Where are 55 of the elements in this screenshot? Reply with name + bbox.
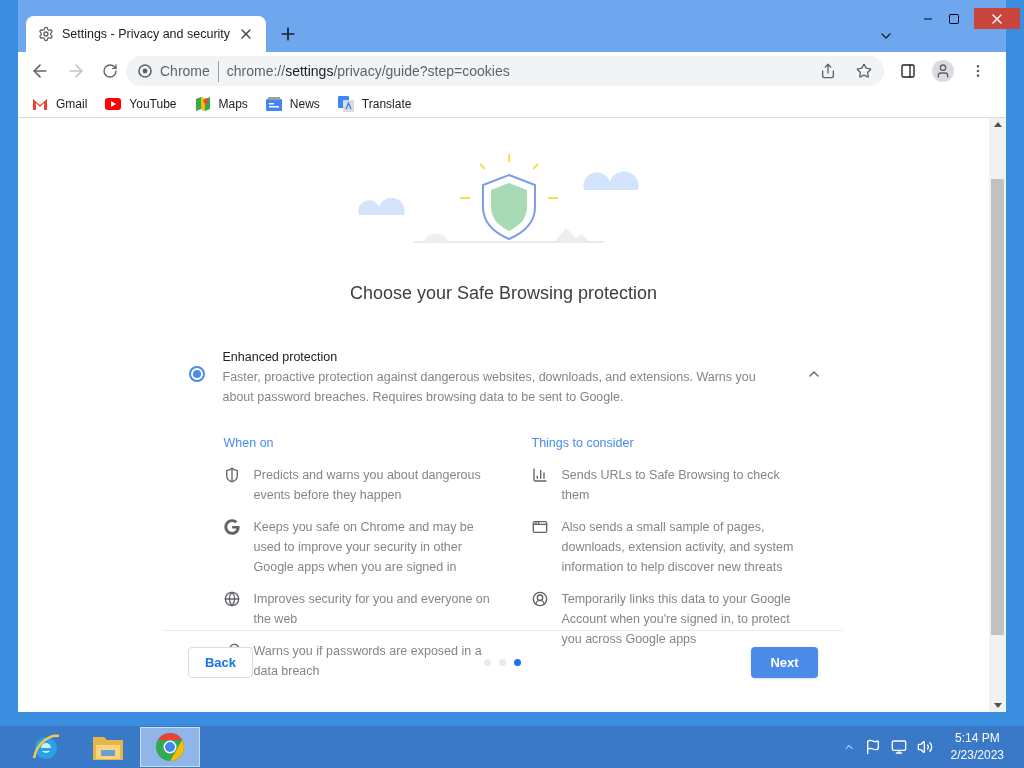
browser-tab[interactable]: Settings - Privacy and security xyxy=(26,16,266,52)
bookmark-link[interactable]: News xyxy=(265,94,320,113)
mail-icon xyxy=(32,97,48,110)
network-icon[interactable] xyxy=(890,739,907,755)
translate-icon xyxy=(337,95,354,112)
bookmark-link[interactable]: Translate xyxy=(337,94,412,113)
feature-text: Keeps you safe on Chrome and may be used to improve your security in other Google apps when you are signed in xyxy=(253,519,475,576)
play-icon xyxy=(105,97,122,110)
tab-title: Settings - Privacy and security xyxy=(61,25,231,43)
bookmark-link[interactable]: Gmail xyxy=(32,94,88,113)
maximize-icon[interactable] xyxy=(948,12,960,25)
back-button[interactable]: Back xyxy=(188,647,253,678)
share-icon[interactable] xyxy=(820,63,836,79)
radio-button[interactable] xyxy=(188,366,205,382)
feature-text: Warns you if passwords are exposed in a data breach xyxy=(253,643,483,680)
profile-avatar[interactable] xyxy=(932,60,954,82)
scrollbar[interactable] xyxy=(989,118,1006,712)
url-text: chrome://settings/privacy/guide?step=cookies xyxy=(226,61,511,81)
clock-time: 5:14 PM xyxy=(954,730,1000,747)
newspaper-icon xyxy=(265,96,282,111)
address-bar[interactable]: Chrome chrome://settings/privacy/guide?step=cookies xyxy=(126,56,884,86)
globe-icon xyxy=(223,591,240,607)
map-icon xyxy=(194,95,211,112)
feature-text: Improves security for you and everyone on the web xyxy=(253,591,491,628)
bookmark-star-icon[interactable] xyxy=(856,63,872,79)
clock-date: 2/23/2023 xyxy=(950,747,1004,764)
feature-text: Sends URLs to Safe Browsing to check them xyxy=(561,467,781,504)
google-g-icon xyxy=(223,519,240,535)
bar-chart-icon xyxy=(531,467,548,483)
scroll-down-icon[interactable] xyxy=(993,703,1002,708)
browser-e-icon xyxy=(31,732,61,762)
column-heading: Things to consider xyxy=(531,435,635,452)
feature-text: Temporarily links this data to your Google Account when you're signed in, to protect you across Google apps xyxy=(561,591,792,648)
speaker-icon[interactable] xyxy=(916,739,933,755)
feature-text: Predicts and warns you about dangerous events before they happen xyxy=(253,467,482,504)
taskbar-app-button[interactable] xyxy=(140,727,200,767)
side-panel-icon[interactable] xyxy=(900,63,916,79)
shield-icon xyxy=(223,467,240,483)
flag-icon[interactable] xyxy=(864,739,881,755)
bookmark-link[interactable]: YouTube xyxy=(105,94,177,113)
window-icon xyxy=(531,519,548,535)
clock[interactable]: 5:14 PM 2/23/2023 xyxy=(950,730,1004,764)
page-heading: Choose your Safe Browsing protection xyxy=(348,282,659,305)
bookmark-link[interactable]: Maps xyxy=(194,94,248,113)
option-description: Faster, proactive protection against dangerous websites, downloads, and extensions. Warns you about password breaches. Requires browsing data to be sent to Google. xyxy=(222,369,757,406)
account-icon xyxy=(531,591,548,607)
site-chip: Chrome xyxy=(160,60,219,82)
chrome-logo-icon xyxy=(138,64,152,78)
chrome-icon xyxy=(155,732,185,762)
feature-text: Also sends a small sample of pages, downloads, extension activity, and system information to help discover new threats xyxy=(561,519,795,576)
settings-icon xyxy=(38,26,54,42)
option-title: Enhanced protection xyxy=(222,349,339,366)
scroll-up-icon[interactable] xyxy=(993,122,1002,127)
reload-icon[interactable] xyxy=(102,63,118,79)
column-heading: When on xyxy=(223,435,275,452)
